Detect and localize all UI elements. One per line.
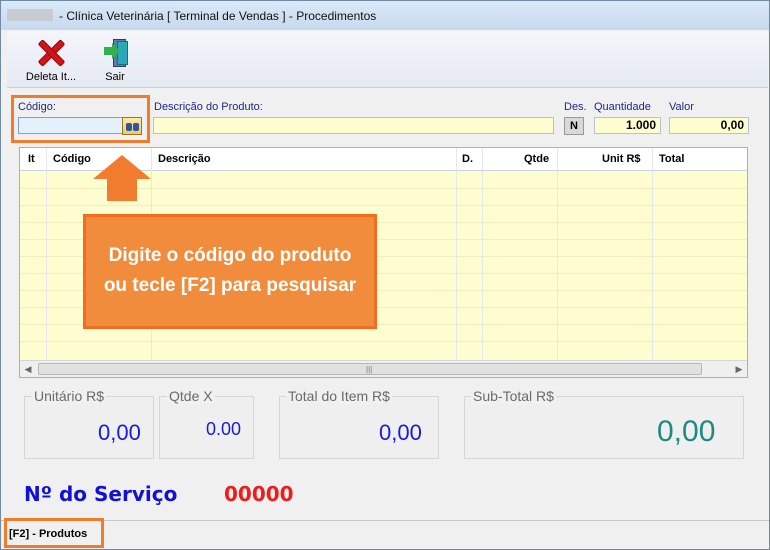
app-window: - Clínica Veterinária [ Terminal de Vend… [0, 0, 770, 550]
servico-number: 00000 [224, 482, 294, 506]
col-header-descricao[interactable]: Descrição [158, 153, 211, 165]
scroll-left-icon[interactable]: ◀ [20, 361, 36, 377]
delete-x-icon [35, 38, 67, 68]
hint-up-arrow-icon [93, 155, 151, 201]
subtotal-label: Sub-Total R$ [471, 388, 556, 404]
exit-door-icon [104, 39, 131, 67]
qtde-value: 0.00 [206, 419, 242, 439]
col-header-unit[interactable]: Unit R$ [602, 153, 641, 165]
col-header-d[interactable]: D. [462, 153, 473, 165]
col-header-codigo[interactable]: Código [53, 153, 91, 165]
quantidade-input[interactable]: 1.000 [594, 117, 661, 134]
col-header-qtde[interactable]: Qtde [524, 153, 549, 165]
col-header-it[interactable]: It [28, 153, 35, 165]
codigo-label: Código: [18, 101, 56, 113]
scroll-right-icon[interactable]: ▶ [731, 361, 747, 377]
delete-item-label: Deleta It... [25, 71, 77, 83]
title-bar[interactable]: - Clínica Veterinária [ Terminal de Vend… [1, 1, 769, 30]
app-icon-blurred [7, 9, 53, 21]
delete-item-button[interactable]: Deleta It... [17, 35, 85, 85]
valor-label: Valor [669, 101, 694, 113]
descricao-input[interactable] [153, 117, 554, 134]
binoculars-icon[interactable] [122, 117, 142, 135]
des-toggle-button[interactable]: N [564, 117, 584, 135]
col-header-total[interactable]: Total [659, 153, 684, 165]
exit-label: Sair [105, 71, 125, 83]
hint-line-2: ou tecle [F2] para pesquisar [103, 275, 357, 296]
valor-input[interactable]: 0,00 [669, 117, 749, 134]
qtde-label: Qtde X [167, 388, 215, 404]
unitario-value: 0,00 [98, 420, 141, 445]
exit-button[interactable]: Sair [93, 35, 137, 85]
unitario-label: Unitário R$ [32, 388, 107, 404]
servico-label: Nº do Serviço [24, 482, 178, 506]
window-title: - Clínica Veterinária [ Terminal de Vend… [59, 9, 377, 23]
hint-callout: Digite o código do produto ou tecle [F2]… [83, 214, 377, 329]
codigo-input[interactable] [18, 117, 124, 134]
total-item-value: 0,00 [379, 420, 422, 445]
total-item-label: Total do Item R$ [286, 388, 392, 404]
grid-horizontal-scrollbar[interactable]: ◀ ||| ▶ [20, 360, 747, 377]
descricao-label: Descrição do Produto: [154, 101, 263, 113]
des-label: Des. [564, 101, 587, 113]
subtotal-value: 0,00 [657, 415, 716, 448]
toolbar: Deleta It... Sair [7, 31, 768, 88]
status-shortcut-text[interactable]: [F2] - Produtos [9, 528, 87, 540]
hint-line-1: Digite o código do produto [108, 245, 352, 266]
status-bar: [F2] - Produtos [1, 518, 769, 549]
scroll-thumb[interactable]: ||| [38, 363, 702, 375]
quantidade-label: Quantidade [594, 101, 651, 113]
